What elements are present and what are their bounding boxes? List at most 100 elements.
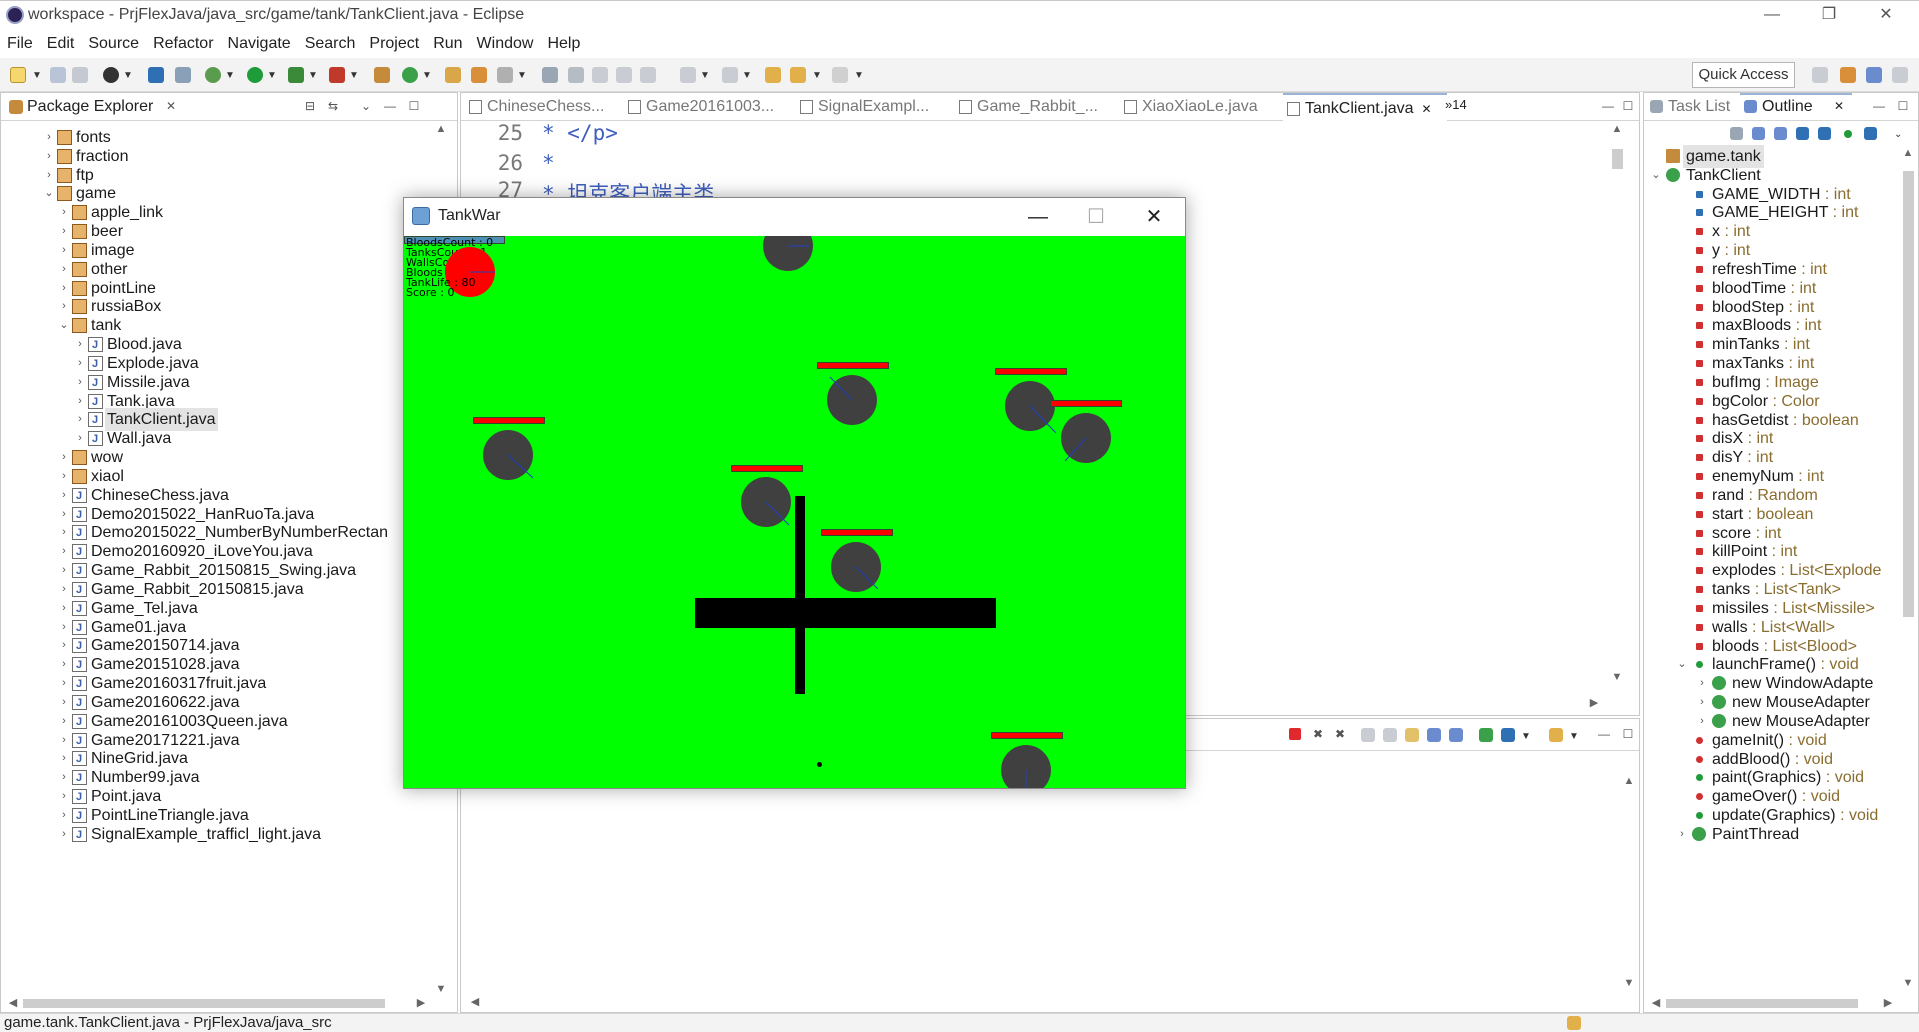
hscroll-thumb[interactable] [23,999,385,1008]
scroll-left-icon[interactable]: ◀ [1648,996,1664,1009]
scroll-right-icon[interactable]: ▶ [1880,996,1896,1009]
close-icon[interactable]: ✕ [1834,99,1844,113]
vscroll-thumb[interactable] [1903,171,1914,617]
scroll-down-icon[interactable]: ▼ [1621,977,1637,989]
menu-source[interactable]: Source [80,30,147,58]
chevron-down-icon[interactable]: ▼ [1521,731,1531,742]
chevron-down-icon[interactable]: ▼ [854,70,864,81]
new-class-icon[interactable] [402,67,418,83]
hide-local-types-icon[interactable] [1844,130,1852,138]
menu-window[interactable]: Window [469,30,542,58]
vscroll-thumb[interactable] [1612,149,1623,169]
status-icon[interactable] [1567,1016,1581,1030]
scroll-up-icon[interactable]: ▲ [1609,123,1625,135]
tankwar-maximize-button[interactable]: ☐ [1076,204,1116,230]
minimize-view-icon[interactable]: — [1872,99,1886,113]
open-perspective-icon[interactable] [1812,67,1828,83]
chevron-down-icon[interactable]: ▼ [517,70,527,81]
editor-tab-active[interactable]: TankClient.java ✕ [1283,93,1447,121]
view-menu-icon[interactable]: ⌄ [1894,129,1902,140]
maximize-view-icon[interactable]: ☐ [1896,99,1910,113]
scroll-lock-icon[interactable] [1383,728,1397,742]
remove-launch-icon[interactable]: ✖ [1311,727,1325,741]
editor-tab[interactable]: SignalExampl... [796,93,929,121]
scroll-right-icon[interactable]: ▶ [1586,696,1602,709]
menu-help[interactable]: Help [539,30,588,58]
skip-breakpoints-icon[interactable] [175,67,191,83]
menu-file[interactable]: File [0,30,41,58]
link-editor-icon[interactable]: ⇆ [326,99,340,113]
close-icon[interactable]: ✕ [164,99,178,113]
terminal-icon[interactable] [148,67,164,83]
outline-item[interactable]: › PaintThread [1644,823,1898,846]
chevron-down-icon[interactable]: ▼ [32,70,42,81]
console-vscroll[interactable]: ▲ ▼ [1621,775,1637,995]
java-perspective-icon[interactable] [1866,67,1882,83]
menu-search[interactable]: Search [297,30,364,58]
menu-navigate[interactable]: Navigate [220,30,299,58]
chevron-down-icon[interactable]: ▼ [422,70,432,81]
scroll-right-icon[interactable]: ▶ [413,996,429,1009]
outline-vscroll[interactable]: ▲ ▼ [1900,147,1916,995]
new-package-icon[interactable] [374,67,390,83]
hide-fields-icon[interactable] [1774,127,1787,140]
code-line[interactable]: * </p> [542,121,618,145]
editor-tab[interactable]: XiaoXiaoLe.java [1120,93,1258,121]
open-type-icon[interactable] [445,67,461,83]
chevron-down-icon[interactable]: ▼ [123,70,133,81]
tab-outline[interactable]: Outline ✕ [1740,93,1852,121]
tankwar-minimize-button[interactable]: — [1018,204,1058,230]
chevron-down-icon[interactable]: ▼ [267,70,277,81]
chevron-down-icon[interactable]: ▼ [742,70,752,81]
maximize-view-icon[interactable]: ☐ [1621,727,1635,741]
new-icon[interactable] [10,67,26,83]
menu-refactor[interactable]: Refactor [145,30,221,58]
menu-project[interactable]: Project [361,30,427,58]
chevron-right-icon[interactable]: › [1676,823,1688,846]
pin-console-icon[interactable] [1479,728,1493,742]
editor-tab[interactable]: ChineseChess... [465,93,604,121]
chevron-down-icon[interactable]: ▼ [812,70,822,81]
forward-icon[interactable] [832,67,848,83]
chevron-down-icon[interactable]: ▼ [225,70,235,81]
save-all-icon[interactable] [72,67,88,83]
close-icon[interactable]: ✕ [1422,102,1432,116]
open-task-icon[interactable] [471,67,487,83]
outline-hscroll[interactable]: ◀ ▶ [1644,994,1900,1012]
maximize-view-icon[interactable]: ☐ [1621,99,1635,113]
scroll-left-icon[interactable]: ◀ [5,996,21,1009]
toggle-mark-icon[interactable] [542,67,558,83]
prev-annotation-icon[interactable] [680,67,696,83]
word-wrap-icon[interactable] [1405,728,1419,742]
next-annotation-icon[interactable] [640,67,656,83]
game-canvas[interactable]: BloodsCount : 0 TanksCount : 1 WallsCoun… [404,236,1185,788]
package-explorer-title[interactable]: Package Explorer [27,98,153,116]
scroll-up-icon[interactable]: ▲ [1900,147,1916,159]
chevron-down-icon[interactable]: ▼ [349,70,359,81]
sort-icon[interactable] [1752,127,1765,140]
tab-overflow[interactable]: »14 [1445,97,1467,112]
minimize-view-icon[interactable]: — [383,99,397,113]
debug-icon[interactable] [205,67,221,83]
show-stderr-icon[interactable] [1449,728,1463,742]
search-icon[interactable] [497,67,513,83]
display-console-icon[interactable] [1501,728,1515,742]
back-arrow-icon[interactable] [765,67,781,83]
minimize-button[interactable]: — [1758,5,1786,25]
package-tree-hscroll[interactable]: ◀ ▶ [1,994,433,1012]
menu-run[interactable]: Run [425,30,470,58]
chevron-down-icon[interactable]: ▼ [700,70,710,81]
show-whitespace-icon[interactable] [592,67,608,83]
quick-access-input[interactable]: Quick Access [1692,62,1795,88]
last-edit-icon[interactable] [722,67,738,83]
close-button[interactable]: ✕ [1872,5,1900,25]
back-icon[interactable] [790,67,806,83]
scroll-up-icon[interactable]: ▲ [1621,775,1637,787]
tankwar-close-button[interactable]: ✕ [1134,204,1174,230]
scroll-down-icon[interactable]: ▼ [1609,671,1625,683]
scroll-down-icon[interactable]: ▼ [1900,977,1916,989]
hide-nonpublic-icon[interactable] [1818,127,1831,140]
minimize-view-icon[interactable]: — [1601,99,1615,113]
scroll-left-icon[interactable]: ◀ [467,995,483,1008]
perspective-extra-icon[interactable] [1892,67,1908,83]
